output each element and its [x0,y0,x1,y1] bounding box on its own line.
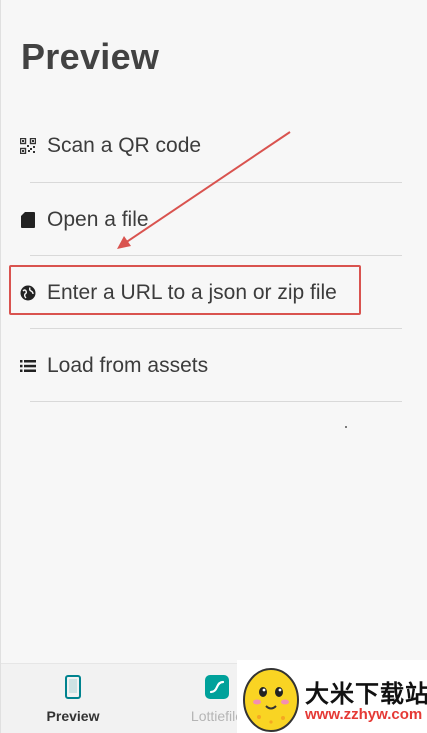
menu-item-label: Open a file [47,208,149,231]
sd-card-icon [19,211,37,229]
preview-screen: Preview Scan a QR code Open a file Enter… [0,0,427,733]
nav-tab-label: Preview [46,707,100,724]
divider [30,182,402,183]
qr-code-icon [19,137,37,155]
stray-dot [345,426,347,428]
watermark-url: www.zzhyw.com [305,706,423,723]
menu-item-label: Load from assets [47,354,209,377]
lottiefiles-icon [205,674,229,704]
menu-item-label: Scan a QR code [47,134,202,157]
menu-item-scan-qr[interactable]: Scan a QR code [19,121,403,171]
highlight-annotation-box [9,265,361,315]
menu-item-open-file[interactable]: Open a file [19,195,403,245]
divider [30,401,402,402]
list-icon [19,357,37,375]
divider [30,255,402,256]
watermark-egg-logo-icon [243,668,299,732]
nav-tab-preview[interactable]: Preview [31,664,115,733]
nav-tab-label: Lottiefile [190,707,244,724]
menu-item-load-assets[interactable]: Load from assets [19,341,403,391]
watermark-brand: 大米下载站 [305,681,427,708]
watermark: 大米下载站 www.zzhyw.com [237,660,427,733]
phone-icon [65,674,81,704]
page-title: Preview [21,36,160,77]
divider [30,328,402,329]
